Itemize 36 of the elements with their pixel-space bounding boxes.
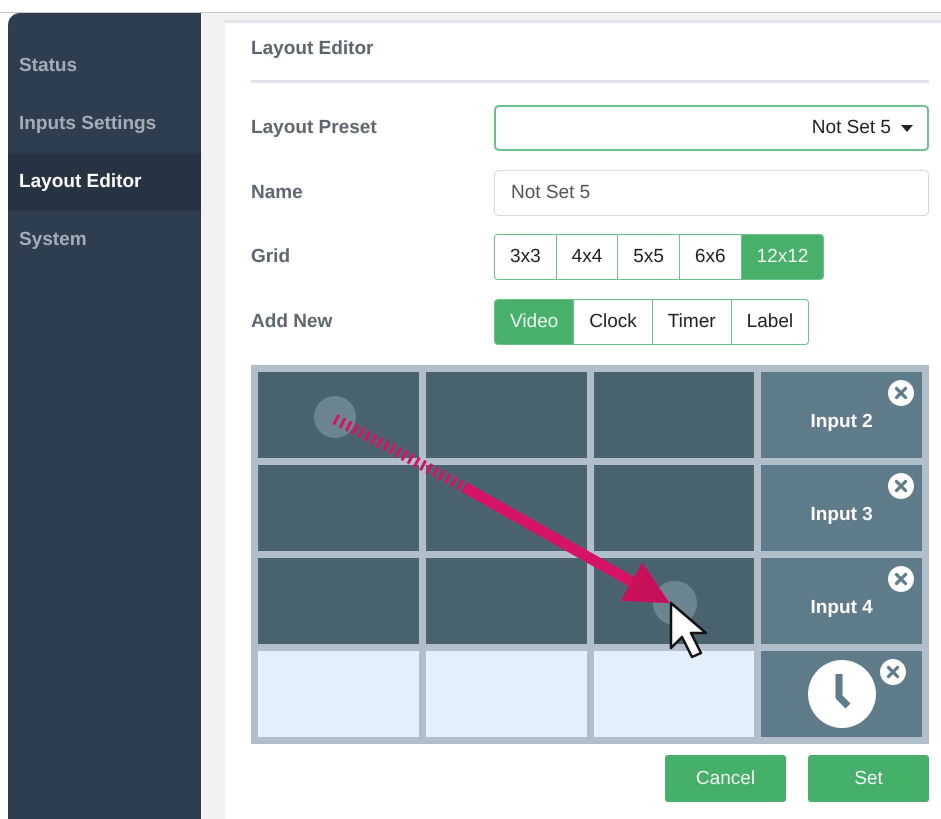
add-option[interactable]: Label: [730, 300, 808, 344]
sidebar-item[interactable]: Status: [8, 37, 201, 95]
occupied-grid-cell[interactable]: [258, 465, 419, 551]
field-label: Layout Preset: [251, 117, 378, 139]
field-label: Add New: [251, 311, 334, 333]
caret-icon: [901, 124, 913, 132]
close-icon[interactable]: [888, 566, 914, 592]
empty-grid-cell[interactable]: [426, 651, 586, 737]
close-icon[interactable]: [888, 473, 914, 499]
panel-title: Layout Editor: [251, 23, 929, 83]
preset-dropdown[interactable]: Not Set 5: [494, 105, 929, 151]
occupied-grid-cell[interactable]: [258, 558, 419, 644]
sidebar-item[interactable]: System: [8, 211, 201, 269]
clock-tile[interactable]: [761, 651, 922, 737]
empty-grid-cell[interactable]: [594, 651, 754, 737]
clock-icon: [808, 660, 876, 728]
occupied-grid-cell[interactable]: [594, 465, 754, 551]
occupied-grid-cell[interactable]: [426, 372, 586, 458]
field-label: Name: [251, 182, 304, 204]
field-label: Grid: [251, 246, 292, 268]
input-tile[interactable]: Input 4: [761, 558, 922, 644]
input-tile[interactable]: Input 2: [761, 372, 922, 458]
cursor-icon: [670, 602, 708, 658]
close-icon[interactable]: [888, 380, 914, 406]
sidebar-item[interactable]: Inputs Settings: [8, 95, 201, 153]
occupied-grid-cell[interactable]: [426, 558, 586, 644]
input-tile[interactable]: Input 3: [761, 465, 922, 551]
empty-grid-cell[interactable]: [258, 651, 419, 737]
close-icon[interactable]: [880, 659, 906, 685]
sidebar-item[interactable]: Layout Editor: [8, 153, 201, 211]
tile-label: Input 4: [810, 597, 873, 619]
occupied-grid-cell[interactable]: [594, 372, 754, 458]
occupied-grid-cell[interactable]: [258, 372, 419, 458]
name-field[interactable]: Not Set 5: [494, 170, 929, 216]
tile-label: Input 3: [810, 504, 873, 526]
tile-label: Input 2: [810, 411, 873, 433]
